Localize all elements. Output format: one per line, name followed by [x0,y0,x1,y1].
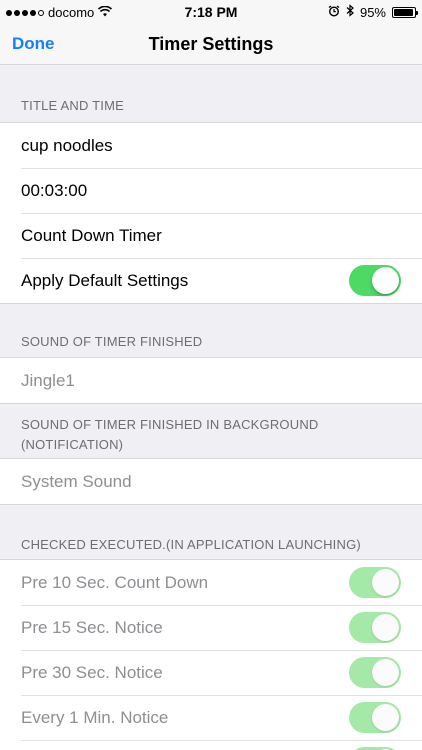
timer-duration-value: 00:03:00 [21,180,88,200]
section-header-title-time: TITLE AND TIME [21,98,124,113]
sound-background-row[interactable]: System Sound [0,459,422,504]
bluetooth-icon [346,4,354,20]
toggle-knob [372,614,399,641]
title-time-group: cup noodles 00:03:00 Count Down Timer Ap… [0,122,422,304]
alarm-clock-icon [328,4,340,20]
toggle-knob [372,704,399,731]
sound-background-group: System Sound [0,458,422,505]
partial-row [0,740,422,750]
battery-level [394,8,413,16]
pre-10-sec-countdown-toggle[interactable] [349,567,401,598]
title-row[interactable]: cup noodles [0,123,422,168]
page-title: Timer Settings [148,34,274,54]
timer-type-value: Count Down Timer [21,225,162,245]
checked-executed-group: Pre 10 Sec. Count Down Pre 15 Sec. Notic… [0,559,422,750]
pre-30-sec-notice-toggle[interactable] [349,657,401,688]
apply-default-settings-toggle[interactable] [349,265,401,296]
status-right: 95% [328,4,418,20]
every-1-min-notice-row: Every 1 Min. Notice [0,695,422,740]
pre-10-sec-countdown-row: Pre 10 Sec. Count Down [0,560,422,605]
every-1-min-notice-toggle[interactable] [349,702,401,733]
battery-icon [392,6,418,18]
sound-background-value: System Sound [21,471,132,491]
timer-title-value: cup noodles [21,135,113,155]
sound-finished-value: Jingle1 [21,370,75,390]
timer-type-row[interactable]: Count Down Timer [0,213,422,258]
pre-15-sec-notice-row: Pre 15 Sec. Notice [0,605,422,650]
navigation-bar: Done Timer Settings [0,24,422,65]
section-header-checked-executed: CHECKED EXECUTED.(IN APPLICATION LAUNCHI… [21,537,361,552]
section-header-sound-background-line2: (NOTIFICATION) [21,437,124,452]
section-header-sound-background: SOUND OF TIMER FINISHED IN BACKGROUND (N… [0,415,422,455]
battery-percent: 95% [359,4,386,20]
sound-finished-row[interactable]: Jingle1 [0,358,422,403]
toggle-knob [372,569,399,596]
time-row[interactable]: 00:03:00 [0,168,422,213]
status-bar: docomo 7:18 PM 95% [0,0,422,24]
pre-15-sec-notice-toggle[interactable] [349,612,401,643]
toggle-knob [372,659,399,686]
sound-finished-group: Jingle1 [0,357,422,404]
toggle-knob [372,267,399,294]
section-header-sound-finished: SOUND OF TIMER FINISHED [21,334,203,349]
apply-default-settings-row: Apply Default Settings [0,258,422,303]
section-header-sound-background-line1: SOUND OF TIMER FINISHED IN BACKGROUND [21,417,319,432]
pre-30-sec-notice-row: Pre 30 Sec. Notice [0,650,422,695]
